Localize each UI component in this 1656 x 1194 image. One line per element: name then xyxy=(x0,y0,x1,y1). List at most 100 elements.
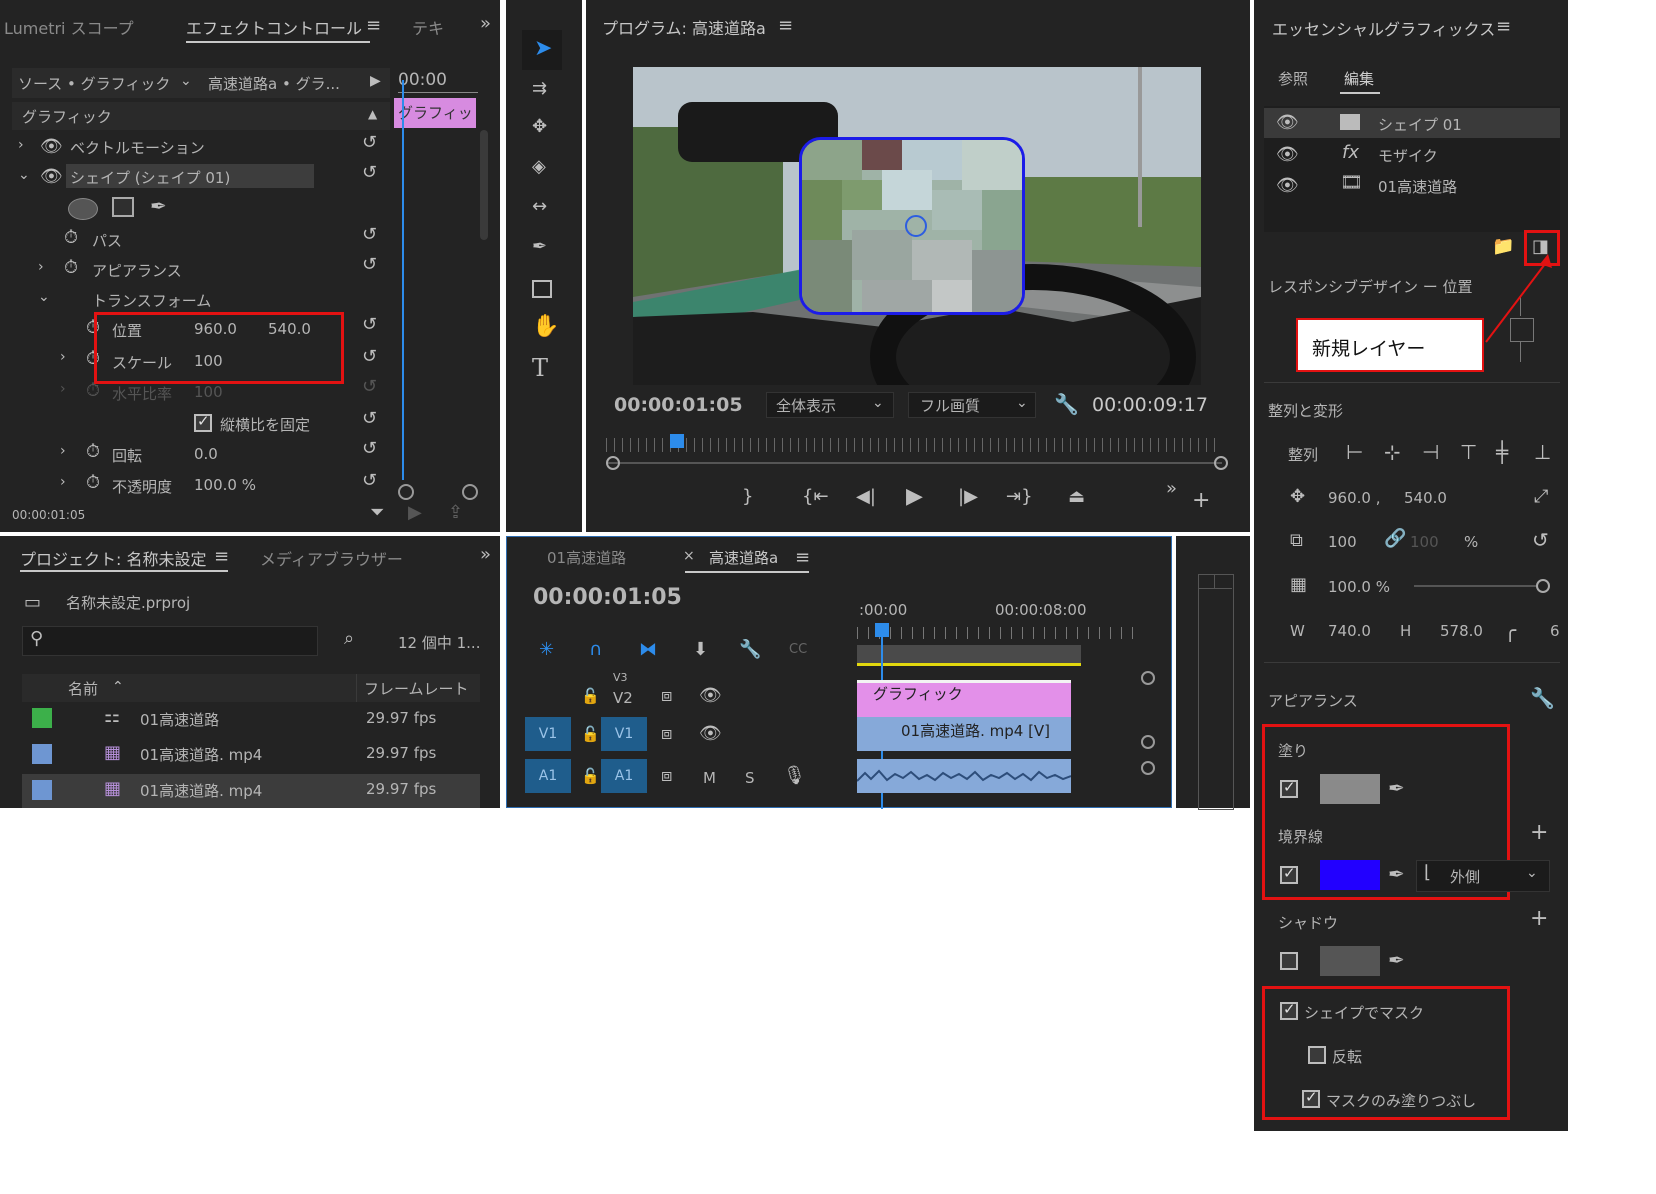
source-a1-button[interactable]: A1 xyxy=(525,759,571,793)
sort-up-icon[interactable]: ⌃ xyxy=(112,680,124,694)
snap-icon[interactable]: ✳ xyxy=(539,641,554,659)
tab-media-browser[interactable]: メディアブラウザー xyxy=(260,546,403,570)
expand-chevron-icon[interactable]: › xyxy=(18,138,24,152)
mute-button[interactable]: M xyxy=(703,769,716,787)
collapse-up-icon[interactable]: ▲ xyxy=(368,108,377,120)
go-to-in-icon[interactable]: {⇤ xyxy=(802,488,829,506)
export-icon[interactable]: ⇪ xyxy=(448,504,463,522)
eye-icon[interactable]: 👁 xyxy=(40,168,63,186)
eg-opacity[interactable]: 100.0 % xyxy=(1328,578,1390,596)
program-playhead[interactable] xyxy=(670,434,684,448)
find-icon[interactable]: ⌕ xyxy=(344,630,354,648)
ellipse-tool-icon[interactable] xyxy=(68,198,98,220)
panel-menu-icon[interactable]: ≡ xyxy=(214,548,229,566)
stopwatch-icon[interactable]: ⏱ xyxy=(86,443,100,461)
tab-project[interactable]: プロジェクト: 名称未設定 xyxy=(20,546,206,570)
stopwatch-icon[interactable]: ⏱ xyxy=(86,474,100,492)
reset-icon[interactable]: ↺ xyxy=(362,164,377,182)
eg-width[interactable]: 740.0 xyxy=(1328,622,1371,640)
eg-height[interactable]: 578.0 xyxy=(1440,622,1483,640)
anchor-icon[interactable]: ⤢ xyxy=(1534,488,1548,506)
timeline-ruler[interactable] xyxy=(857,627,1137,639)
captions-icon[interactable]: CC xyxy=(789,643,807,656)
lock-icon[interactable]: 🔓 xyxy=(581,767,600,785)
sync-lock-icon[interactable]: ⧈ xyxy=(661,687,672,705)
marker-icon[interactable]: ⬇ xyxy=(693,641,708,659)
rectangle-tool-icon[interactable] xyxy=(112,197,134,217)
program-timecode[interactable]: 00:00:01:05 xyxy=(614,394,743,416)
opacity-slider-handle[interactable] xyxy=(1536,579,1550,593)
lock-icon[interactable]: 🔓 xyxy=(581,687,600,705)
stopwatch-icon[interactable]: ⏱ xyxy=(64,229,78,247)
expand-chevron-icon[interactable]: › xyxy=(60,350,66,364)
align-left-icon[interactable]: ⊢ xyxy=(1346,442,1363,462)
mark-out-icon[interactable]: } xyxy=(742,488,753,506)
vertical-zoom-handle[interactable] xyxy=(1141,735,1155,749)
linked-selection-icon[interactable]: ⧓ xyxy=(639,641,657,659)
add-shadow-icon[interactable]: + xyxy=(1530,908,1548,930)
reset-icon[interactable]: ↺ xyxy=(362,472,377,490)
tab-sequence-01[interactable]: 01高速道路 xyxy=(547,547,626,568)
audio-clip[interactable] xyxy=(857,759,1071,793)
zoom-bar[interactable] xyxy=(606,462,1222,464)
eg-position-y[interactable]: 540.0 xyxy=(1404,489,1447,507)
close-icon[interactable]: × xyxy=(683,549,695,563)
opacity-slider-track[interactable] xyxy=(1414,585,1538,587)
reset-icon[interactable]: ↺ xyxy=(362,410,377,428)
zoom-handle-left[interactable] xyxy=(398,484,414,500)
anchor-point-icon[interactable] xyxy=(905,215,927,237)
expand-chevron-icon[interactable]: › xyxy=(60,475,66,489)
fill-checkbox[interactable] xyxy=(1280,778,1298,798)
stroke-color-swatch[interactable] xyxy=(1320,860,1380,890)
solo-button[interactable]: S xyxy=(745,769,755,787)
expand-chevron-icon[interactable]: › xyxy=(38,260,44,274)
link-icon[interactable]: 🔗 xyxy=(1384,530,1406,548)
tab-effect-controls[interactable]: エフェクトコントロール xyxy=(186,15,362,39)
eye-icon[interactable]: 👁 xyxy=(1276,146,1299,164)
reset-icon[interactable]: ↺ xyxy=(362,134,377,152)
layer-name[interactable]: 01高速道路 xyxy=(1378,176,1457,197)
eg-position-x[interactable]: 960.0 , xyxy=(1328,489,1380,507)
wrench-icon[interactable]: 🔧 xyxy=(1530,688,1555,708)
ripple-edit-tool-icon[interactable]: ✥ xyxy=(532,118,547,136)
wrench-icon[interactable]: 🔧 xyxy=(1054,394,1079,414)
eyedropper-icon[interactable]: ✒ xyxy=(1388,864,1405,884)
fill-color-swatch[interactable] xyxy=(1320,774,1380,804)
zoom-handle-right[interactable] xyxy=(462,484,478,500)
overflow-icon[interactable]: » xyxy=(480,15,491,33)
track-a1-button[interactable]: A1 xyxy=(601,759,647,793)
rotation-value[interactable]: 0.0 xyxy=(194,445,218,463)
vertical-zoom-handle[interactable] xyxy=(1141,671,1155,685)
pen-tool-icon[interactable]: ✒ xyxy=(150,196,167,216)
step-forward-icon[interactable]: |▶ xyxy=(958,488,978,506)
eye-icon[interactable]: 👁 xyxy=(1276,177,1299,195)
zoom-bar-right-handle[interactable] xyxy=(1214,456,1228,470)
vertical-zoom-handle[interactable] xyxy=(1141,761,1155,775)
collapse-chevron-icon[interactable]: ⌄ xyxy=(38,290,50,304)
go-to-out-icon[interactable]: ⇥} xyxy=(1006,488,1033,506)
hand-tool-icon[interactable]: ✋ xyxy=(532,316,559,338)
mask-with-shape-checkbox[interactable] xyxy=(1280,1000,1298,1020)
pen-tool-icon[interactable]: ✒ xyxy=(532,238,547,256)
play-icon[interactable]: ▶ xyxy=(906,486,923,508)
track-v1-button[interactable]: V1 xyxy=(601,717,647,751)
align-right-icon[interactable]: ⊣ xyxy=(1422,442,1439,462)
align-hcenter-icon[interactable]: ⊹ xyxy=(1384,442,1401,462)
col-name[interactable]: 名前 xyxy=(68,678,98,699)
fill-only-mask-checkbox[interactable] xyxy=(1302,1088,1320,1108)
lift-icon[interactable]: ⏏ xyxy=(1068,488,1085,506)
eye-icon[interactable]: 👁 xyxy=(699,687,722,705)
track-select-tool-icon[interactable]: ⇉ xyxy=(532,80,547,98)
tab-lumetri-scopes[interactable]: Lumetri スコープ xyxy=(4,15,134,39)
overflow-icon[interactable]: » xyxy=(480,546,491,564)
clip-dropdown[interactable]: 高速道路a • グラ... xyxy=(208,73,340,94)
align-vcenter-icon[interactable]: ╪ xyxy=(1496,442,1508,462)
lock-icon[interactable]: 🔓 xyxy=(581,725,600,743)
search-input[interactable] xyxy=(22,626,318,656)
reset-icon[interactable]: ↺ xyxy=(362,256,377,274)
source-v1-button[interactable]: V1 xyxy=(525,717,571,751)
type-tool-icon[interactable]: T xyxy=(532,356,548,380)
layer-name[interactable]: モザイク xyxy=(1378,145,1438,166)
add-stroke-icon[interactable]: + xyxy=(1530,822,1548,844)
reset-icon[interactable]: ↺ xyxy=(362,226,377,244)
